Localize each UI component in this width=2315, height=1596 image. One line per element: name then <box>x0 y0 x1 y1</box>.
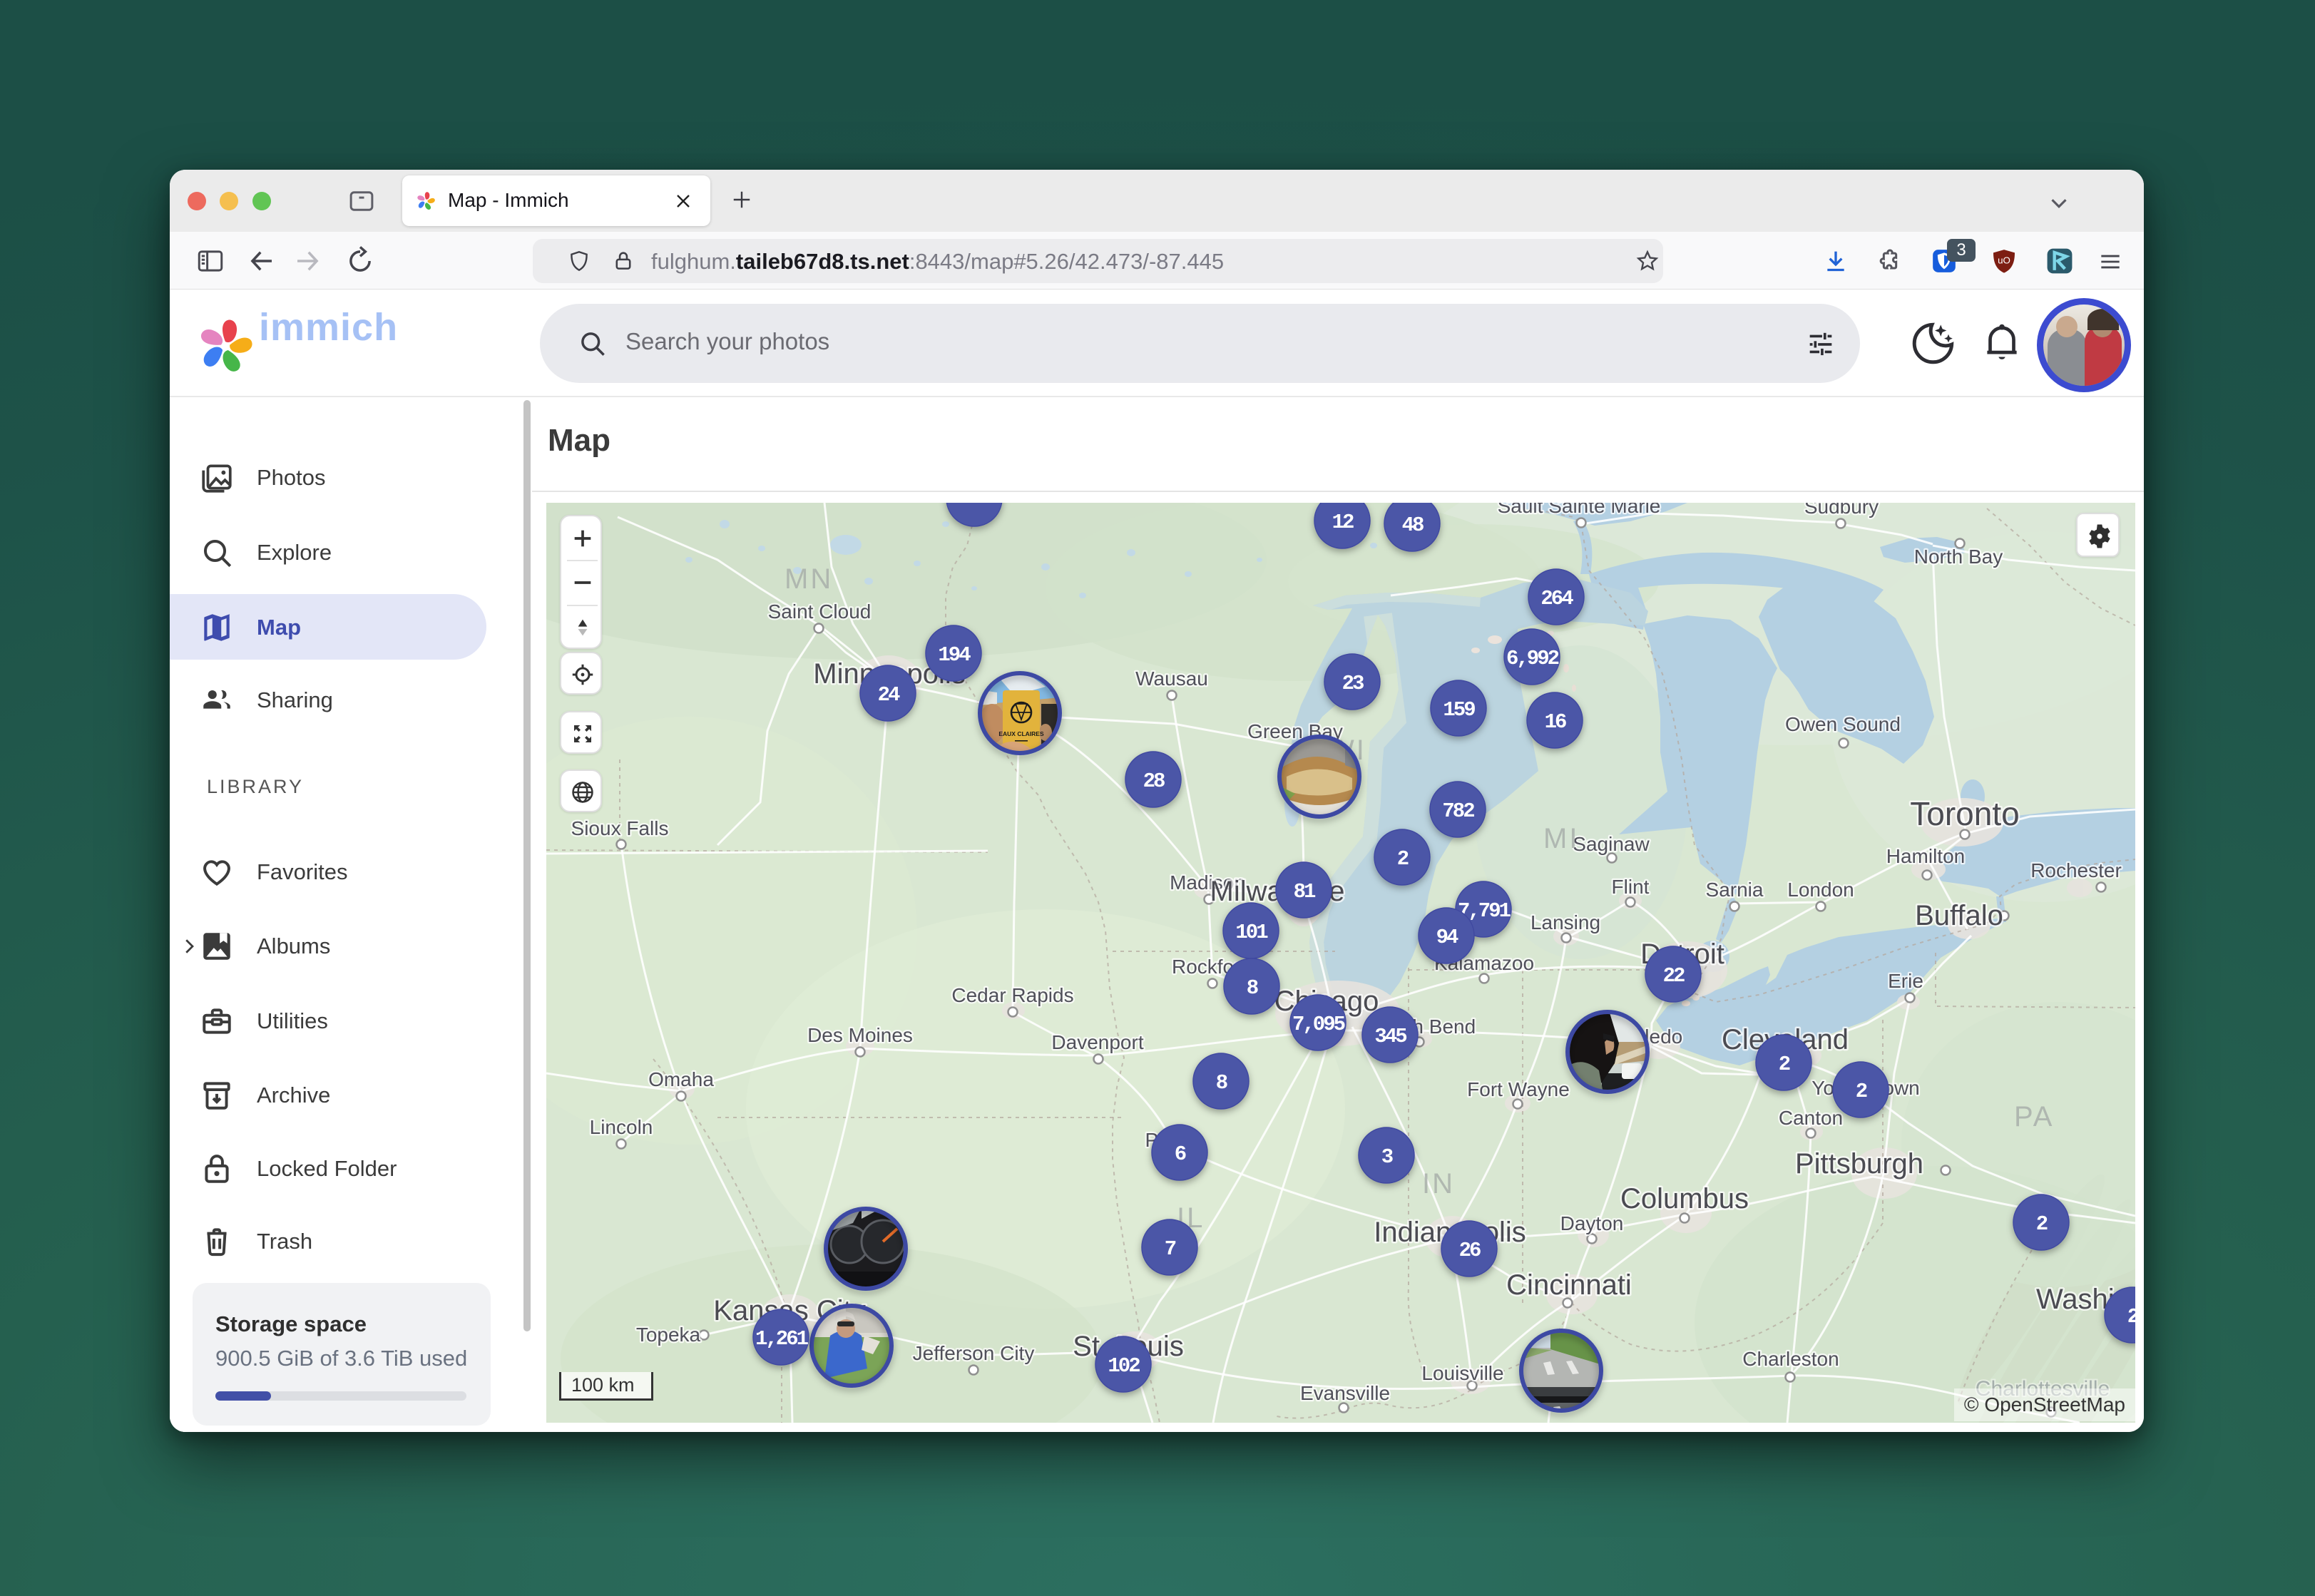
svg-text:Wausau: Wausau <box>1135 667 1208 690</box>
svg-text:Evansville: Evansville <box>1300 1382 1390 1404</box>
svg-text:16: 16 <box>1545 710 1566 734</box>
svg-text:26: 26 <box>1459 1239 1481 1262</box>
svg-text:1,261: 1,261 <box>755 1327 809 1351</box>
svg-text:12: 12 <box>1332 511 1354 534</box>
svg-text:PA: PA <box>2014 1101 2054 1132</box>
svg-text:Lincoln: Lincoln <box>590 1116 653 1138</box>
svg-text:6,992: 6,992 <box>1506 647 1559 670</box>
svg-text:Saint Cloud: Saint Cloud <box>768 600 872 623</box>
svg-text:North Bay: North Bay <box>1914 546 2003 568</box>
svg-text:Toronto: Toronto <box>1910 795 2019 832</box>
svg-text:Jefferson City: Jefferson City <box>913 1342 1035 1364</box>
svg-text:2: 2 <box>2127 1305 2135 1329</box>
svg-text:81: 81 <box>1294 880 1316 904</box>
svg-text:Flint: Flint <box>1612 876 1650 898</box>
svg-text:23: 23 <box>1342 672 1364 695</box>
svg-text:Buffalo: Buffalo <box>1915 900 2003 931</box>
svg-text:94: 94 <box>1436 926 1458 949</box>
svg-text:Des Moines: Des Moines <box>807 1024 913 1046</box>
svg-text:Owen Sound: Owen Sound <box>1785 713 1901 735</box>
svg-text:Lansing: Lansing <box>1530 911 1600 933</box>
svg-text:EAUX CLAIRES: EAUX CLAIRES <box>998 730 1044 737</box>
svg-text:48: 48 <box>1402 513 1424 537</box>
svg-text:194: 194 <box>938 643 971 667</box>
svg-text:Sioux Falls: Sioux Falls <box>571 817 669 839</box>
svg-text:345: 345 <box>1374 1025 1406 1048</box>
svg-text:Cedar Rapids: Cedar Rapids <box>951 984 1073 1006</box>
svg-text:Charleston: Charleston <box>1742 1348 1839 1370</box>
svg-text:102: 102 <box>1108 1354 1140 1378</box>
svg-text:Fort Wayne: Fort Wayne <box>1467 1078 1570 1100</box>
svg-text:Dayton: Dayton <box>1560 1212 1624 1234</box>
svg-text:264: 264 <box>1540 587 1573 610</box>
svg-text:Omaha: Omaha <box>648 1068 714 1090</box>
svg-text:Sarnia: Sarnia <box>1706 879 1764 901</box>
svg-text:Erie: Erie <box>1888 970 1923 992</box>
svg-text:Sault Sainte Marie: Sault Sainte Marie <box>1498 503 1661 517</box>
svg-text:7,095: 7,095 <box>1292 1013 1345 1036</box>
svg-text:Cincinnati: Cincinnati <box>1506 1269 1632 1301</box>
svg-text:159: 159 <box>1443 698 1475 722</box>
svg-text:London: London <box>1787 879 1854 901</box>
svg-text:2: 2 <box>1779 1053 1790 1076</box>
svg-text:Hamilton: Hamilton <box>1886 845 1965 867</box>
svg-text:2: 2 <box>2036 1212 2048 1236</box>
svg-text:Sudbury: Sudbury <box>1804 503 1879 518</box>
svg-text:24: 24 <box>878 683 900 707</box>
svg-text:MI: MI <box>1543 823 1579 854</box>
svg-text:782: 782 <box>1442 799 1474 823</box>
svg-text:uO: uO <box>1998 255 2010 265</box>
svg-text:Louisville: Louisville <box>1421 1362 1503 1384</box>
svg-text:2: 2 <box>1856 1080 1867 1103</box>
svg-text:6: 6 <box>1175 1142 1186 1166</box>
svg-text:2: 2 <box>1397 847 1409 871</box>
svg-text:8: 8 <box>1216 1071 1227 1095</box>
svg-text:22: 22 <box>1663 964 1685 988</box>
svg-text:Saginaw: Saginaw <box>1573 833 1650 855</box>
svg-text:Columbus: Columbus <box>1620 1183 1749 1214</box>
svg-text:Davenport: Davenport <box>1051 1031 1143 1053</box>
svg-text:101: 101 <box>1235 921 1268 944</box>
svg-text:Pittsburgh: Pittsburgh <box>1795 1148 1923 1180</box>
svg-text:Canton: Canton <box>1779 1107 1843 1129</box>
svg-text:Rochester: Rochester <box>2030 859 2122 881</box>
svg-text:IN: IN <box>1422 1168 1455 1199</box>
svg-text:8: 8 <box>1247 976 1258 1000</box>
svg-text:7: 7 <box>1165 1237 1176 1261</box>
svg-text:MN: MN <box>785 563 833 595</box>
svg-text:Topeka: Topeka <box>636 1324 701 1346</box>
svg-text:28: 28 <box>1143 769 1165 793</box>
svg-text:3: 3 <box>1381 1145 1393 1169</box>
